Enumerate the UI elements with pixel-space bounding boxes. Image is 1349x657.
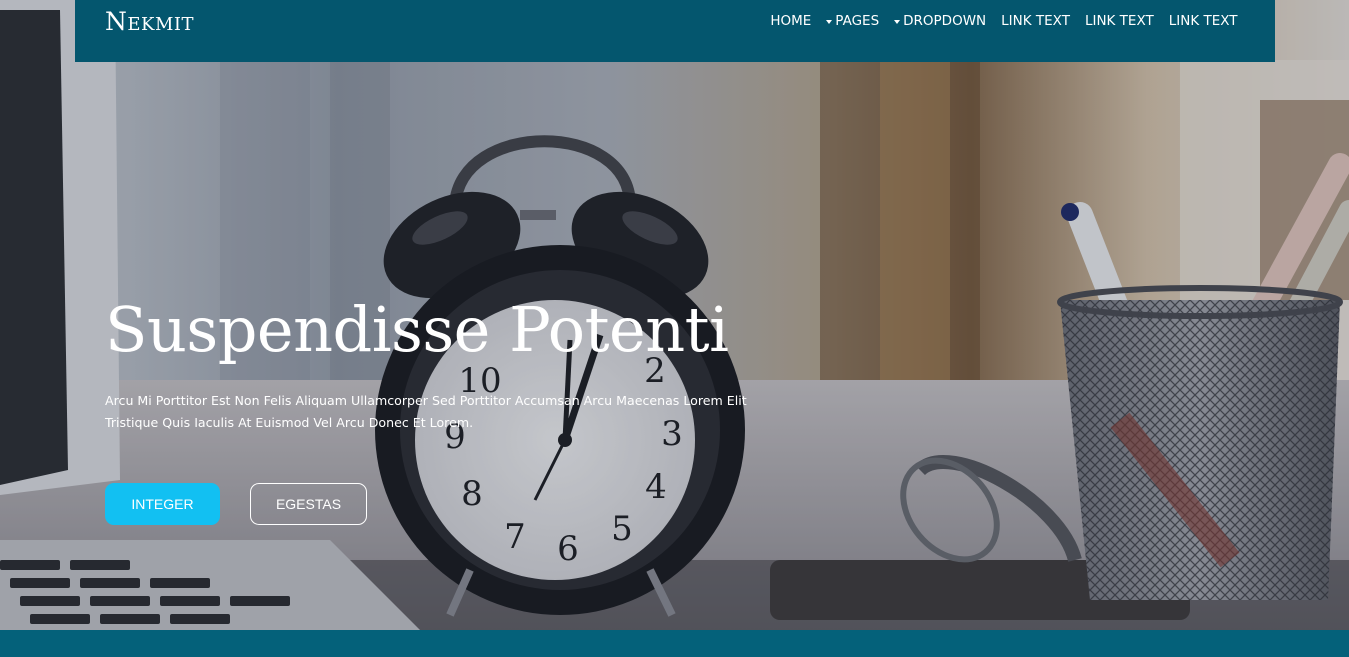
nav-link-dropdown[interactable]: DROPDOWN [887, 12, 994, 30]
hero-button-group: INTEGER EGESTAS [105, 483, 367, 525]
nav-link-label: PAGES [835, 13, 880, 29]
caret-down-icon [894, 19, 901, 24]
nav-link-text-1[interactable]: LINK TEXT [994, 12, 1078, 30]
nav-link-text-3[interactable]: LINK TEXT [1161, 12, 1245, 30]
egestas-button[interactable]: EGESTAS [250, 483, 367, 525]
navbar: Nekmit HOME PAGES DROPDOWN LINK TEXT LIN… [75, 0, 1275, 62]
nav-link-label: LINK TEXT [1001, 13, 1070, 29]
nav-menu: HOME PAGES DROPDOWN LINK TEXT LINK TEXT … [763, 12, 1245, 30]
brand-logo[interactable]: Nekmit [105, 7, 194, 37]
integer-button[interactable]: INTEGER [105, 483, 220, 525]
hero-content: Suspendisse Potenti Arcu Mi Porttitor Es… [105, 288, 805, 434]
nav-link-label: LINK TEXT [1084, 13, 1154, 29]
caret-down-icon [826, 19, 833, 24]
nav-link-pages[interactable]: PAGES [819, 12, 887, 30]
nav-link-label: HOME [770, 13, 812, 29]
nav-link-label: LINK TEXT [1168, 13, 1238, 29]
hero-description: Arcu Mi Porttitor Est Non Felis Aliquam … [105, 393, 747, 430]
nav-link-home[interactable]: HOME [763, 12, 819, 30]
next-section-strip [0, 630, 1349, 657]
hero-title: Suspendisse Potenti [105, 293, 729, 366]
page: 10 2 9 3 8 4 7 6 5 Nekmit HOME PAGES DRO… [0, 0, 1349, 657]
nav-link-label: DROPDOWN [903, 13, 987, 29]
nav-link-text-2[interactable]: LINK TEXT [1077, 12, 1161, 30]
